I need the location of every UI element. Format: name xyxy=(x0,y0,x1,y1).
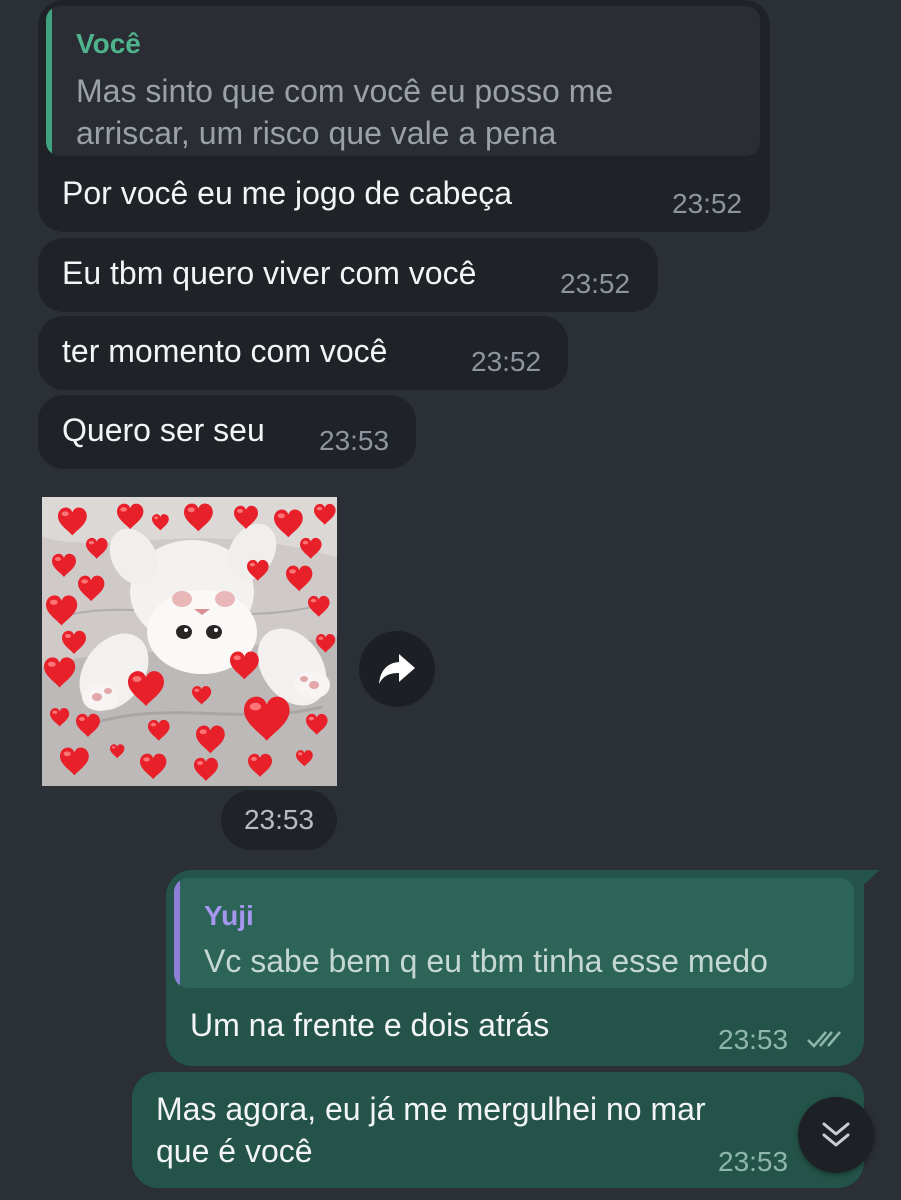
cat-with-hearts-sticker[interactable] xyxy=(42,497,337,786)
sticker-time: 23:53 xyxy=(221,790,337,850)
message-time: 23:52 xyxy=(471,346,542,377)
incoming-message[interactable]: ter momento com você 23:52 xyxy=(38,316,568,390)
quote-text: arriscar, um risco que vale a pena xyxy=(76,115,557,151)
quote-author: Yuji xyxy=(204,900,254,931)
outgoing-message[interactable]: Yuji Vc sabe bem q eu tbm tinha esse med… xyxy=(166,870,864,1066)
message-text: que é você xyxy=(156,1133,313,1169)
double-check-icon xyxy=(807,1031,841,1048)
outgoing-message[interactable]: Mas agora, eu já me mergulhei no mar que… xyxy=(132,1072,864,1188)
quote-accent-bar xyxy=(46,6,52,156)
incoming-message[interactable]: Eu tbm quero viver com você 23:52 xyxy=(38,238,658,312)
incoming-message[interactable]: Quero ser seu 23:53 xyxy=(38,395,416,469)
message-time: 23:53 xyxy=(319,425,390,456)
quote-author: Você xyxy=(76,28,141,59)
message-text: ter momento com você xyxy=(62,333,388,369)
message-text: Por você eu me jogo de cabeça xyxy=(62,175,513,211)
chat-view: Você Mas sinto que com você eu posso me … xyxy=(0,0,901,1200)
message-text: Um na frente e dois atrás xyxy=(190,1007,550,1043)
message-time: 23:52 xyxy=(560,268,631,299)
message-text: Eu tbm quero viver com você xyxy=(62,255,477,291)
scroll-to-bottom-button[interactable] xyxy=(798,1097,874,1173)
incoming-message[interactable]: Você Mas sinto que com você eu posso me … xyxy=(38,0,770,232)
quote-text: Mas sinto que com você eu posso me xyxy=(76,73,614,109)
message-text: Quero ser seu xyxy=(62,412,265,448)
bubble-tail xyxy=(860,870,880,888)
message-text: Mas agora, eu já me mergulhei no mar xyxy=(156,1091,706,1127)
message-time: 23:53 xyxy=(718,1024,789,1055)
message-time: 23:53 xyxy=(718,1146,789,1177)
quote-accent-bar xyxy=(174,878,180,988)
message-time: 23:52 xyxy=(672,188,743,219)
forward-arrow-icon xyxy=(379,654,415,684)
forward-button[interactable] xyxy=(359,631,435,707)
quote-text: Vc sabe bem q eu tbm tinha esse medo xyxy=(204,943,768,979)
reply-quote[interactable]: Você Mas sinto que com você eu posso me … xyxy=(46,6,760,156)
reply-quote[interactable]: Yuji Vc sabe bem q eu tbm tinha esse med… xyxy=(174,878,854,988)
double-chevron-down-icon xyxy=(822,1122,850,1147)
